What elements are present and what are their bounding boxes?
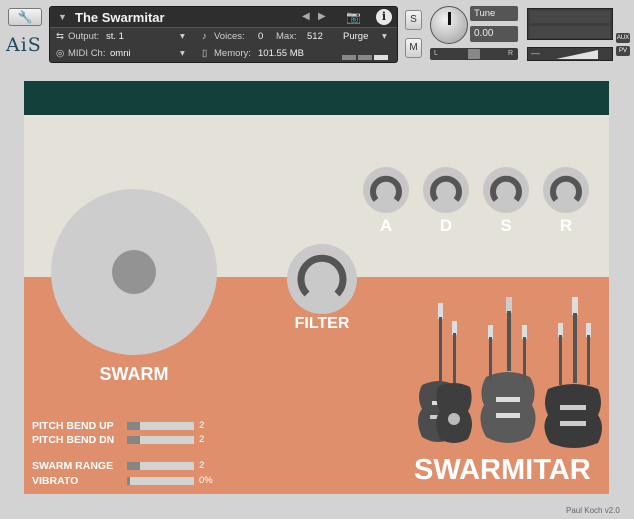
pv-button[interactable]: PV: [616, 46, 630, 56]
voices-value: 0: [258, 31, 264, 42]
slider-fill: [127, 436, 141, 444]
info-icon[interactable]: i: [376, 9, 392, 25]
volume-ramp: [556, 50, 598, 59]
max-voices-value[interactable]: 512: [307, 31, 323, 42]
level-meter: [527, 8, 613, 40]
pitch-bend-dn-value: 2: [199, 434, 205, 445]
vibrato-slider[interactable]: [127, 477, 194, 485]
credit-text: Paul Koch v2.0: [566, 506, 620, 515]
volume-slider[interactable]: —: [527, 47, 613, 61]
meter-right: [530, 26, 610, 38]
pan-slider[interactable]: L R: [430, 48, 518, 60]
guitar-5-icon: [544, 297, 602, 448]
mute-button[interactable]: M: [405, 38, 422, 58]
wrench-icon: 🔧: [17, 10, 33, 24]
instrument-panel: A D S R SWARM FILTER PITCH BEND UP 2 PIT…: [24, 81, 609, 494]
output-arrow-icon: ⇆: [56, 31, 64, 42]
meter-left: [530, 11, 610, 23]
midi-icon: ◎: [56, 48, 65, 59]
pitch-bend-dn-slider[interactable]: [127, 436, 194, 444]
logo: AiS: [6, 34, 42, 56]
midi-dropdown-icon[interactable]: ▾: [180, 48, 185, 59]
purge-dropdown-icon[interactable]: ▾: [382, 31, 387, 42]
aux-button[interactable]: AUX: [616, 33, 630, 43]
slider-fill: [127, 422, 141, 430]
prev-instrument-icon[interactable]: ◀: [302, 11, 310, 22]
sustain-knob[interactable]: [483, 167, 529, 213]
pan-right-label: R: [507, 50, 513, 57]
brand-title: SWARMITAR: [414, 454, 591, 486]
camera-icon[interactable]: 📷: [346, 10, 362, 24]
midi-row: ◎ MIDI Ch: omni ▾ ▯ Memory: 101.55 MB: [50, 46, 397, 62]
swarm-pad[interactable]: [51, 189, 217, 355]
purge-indicator: [342, 52, 392, 60]
attack-knob[interactable]: [363, 167, 409, 213]
midi-label: MIDI Ch:: [68, 48, 106, 59]
swarm-range-value: 2: [199, 460, 205, 471]
midi-value[interactable]: omni: [110, 48, 131, 59]
swarm-label: SWARM: [99, 364, 169, 384]
swarm-range-slider[interactable]: [127, 462, 194, 470]
title-row: ▼ The Swarmitar ◀ ▶ 📷 i: [50, 7, 397, 28]
guitar-3-icon: [480, 297, 536, 443]
decay-label: D: [439, 216, 453, 235]
max-label: Max:: [276, 31, 297, 42]
attack-label: A: [379, 216, 393, 235]
filter-knob[interactable]: [287, 244, 357, 314]
tune-knob[interactable]: [430, 6, 468, 44]
output-row: ⇆ Output: st. 1 ▾ ♪ Voices: 0 Max: 512 P…: [50, 29, 397, 45]
slider-fill: [127, 462, 141, 470]
decay-knob[interactable]: [423, 167, 469, 213]
guitars-illustration: [418, 297, 602, 448]
pitch-bend-up-value: 2: [199, 420, 205, 431]
voices-label: Voices:: [214, 31, 245, 42]
pan-handle[interactable]: [468, 49, 480, 59]
vibrato-label: VIBRATO: [32, 475, 79, 487]
memory-label: Memory:: [214, 48, 251, 59]
solo-button[interactable]: S: [405, 10, 422, 30]
swarm-range-label: SWARM RANGE: [32, 460, 114, 472]
tune-value[interactable]: 0.00: [470, 26, 518, 42]
output-dropdown-icon[interactable]: ▾: [180, 31, 185, 42]
memory-icon: ▯: [202, 48, 208, 59]
collapse-caret-icon[interactable]: ▼: [58, 12, 67, 22]
pitch-bend-dn-label: PITCH BEND DN: [32, 434, 115, 446]
output-value[interactable]: st. 1: [106, 31, 124, 42]
instrument-title[interactable]: The Swarmitar: [75, 10, 165, 25]
swarm-handle[interactable]: [112, 250, 156, 294]
output-label: Output:: [68, 31, 100, 42]
pitch-bend-up-slider[interactable]: [127, 422, 194, 430]
minus-icon: —: [531, 48, 540, 58]
release-knob[interactable]: [543, 167, 589, 213]
sustain-label: S: [500, 216, 512, 235]
kontakt-window: 🔧 AiS ▼ The Swarmitar ◀ ▶ 📷 i ⇆ Output: …: [0, 0, 634, 519]
top-banner: [24, 81, 609, 115]
pitch-bend-up-label: PITCH BEND UP: [32, 420, 114, 432]
purge-label[interactable]: Purge: [343, 31, 368, 42]
vibrato-value: 0%: [199, 475, 213, 486]
slider-fill: [127, 477, 131, 485]
next-instrument-icon[interactable]: ▶: [318, 11, 326, 22]
pan-left-label: L: [434, 50, 438, 57]
wrench-button[interactable]: 🔧: [8, 8, 42, 26]
voices-icon: ♪: [202, 31, 207, 42]
release-label: R: [559, 216, 573, 235]
memory-value: 101.55 MB: [258, 48, 304, 59]
instrument-header: ▼ The Swarmitar ◀ ▶ 📷 i ⇆ Output: st. 1 …: [49, 6, 398, 63]
filter-label: FILTER: [294, 315, 350, 332]
tune-label: Tune: [470, 6, 518, 21]
